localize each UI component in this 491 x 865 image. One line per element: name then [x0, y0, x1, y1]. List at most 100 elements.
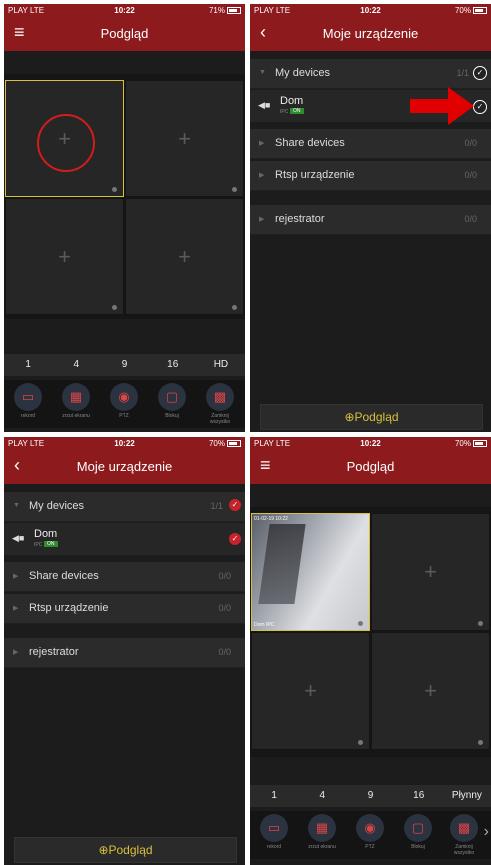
- video-camera-name: Dom IPC: [254, 622, 275, 628]
- tab-1[interactable]: 1: [250, 785, 298, 807]
- close-all-button[interactable]: ▩ Zamknij wszystko: [202, 383, 238, 425]
- screenshot-icon: ▦: [62, 383, 90, 411]
- layout-tabs: 1 4 9 16 HD: [4, 354, 245, 376]
- close-all-icon: ▩: [450, 814, 478, 842]
- group-recorder[interactable]: ▶ rejestrator 0/0: [4, 638, 245, 668]
- group-share-devices[interactable]: ▶ Share devices 0/0: [4, 562, 245, 592]
- record-icon: ▭: [14, 383, 42, 411]
- cell-status-dot: [112, 187, 117, 192]
- check-icon[interactable]: ✓: [473, 66, 487, 80]
- close-all-button[interactable]: ▩ Zamknij wszystko: [446, 814, 482, 856]
- tab-9[interactable]: 9: [100, 354, 148, 376]
- camera-icon: ◀■: [258, 100, 271, 110]
- annotation-circle: [37, 114, 95, 172]
- screenshot-button[interactable]: ▦ zrzut ekranu: [304, 814, 340, 850]
- video-cell-2[interactable]: +: [125, 80, 244, 197]
- annotation-arrow: [410, 87, 474, 125]
- expand-icon: ▶: [13, 649, 19, 656]
- video-cell-2[interactable]: +: [371, 513, 490, 631]
- device-row-dom[interactable]: ◀■ Dom IPC ON ✓: [4, 523, 245, 555]
- preview-screen-live: PLAY LTE 10:22 70% ≡ Podgląd 01-02-19 10…: [250, 437, 491, 865]
- block-button[interactable]: ▢ Blokuj: [154, 383, 190, 419]
- tab-hd[interactable]: HD: [197, 354, 245, 376]
- add-icon[interactable]: +: [178, 126, 191, 152]
- preview-button[interactable]: ⊕Podgląd: [260, 404, 483, 430]
- expand-icon: ▶: [13, 573, 19, 580]
- video-frame-wall: [258, 524, 306, 604]
- tab-16[interactable]: 16: [149, 354, 197, 376]
- block-icon: ▢: [158, 383, 186, 411]
- cell-status-dot: [358, 740, 363, 745]
- video-cell-4[interactable]: +: [371, 632, 490, 750]
- check-icon[interactable]: ✓: [229, 533, 241, 545]
- tab-4[interactable]: 4: [298, 785, 346, 807]
- tab-4[interactable]: 4: [52, 354, 100, 376]
- cell-status-dot: [358, 621, 363, 626]
- add-icon[interactable]: +: [304, 678, 317, 704]
- video-grid: 01-02-19 10:22 Dom IPC + + +: [250, 507, 491, 757]
- add-icon[interactable]: +: [424, 559, 437, 585]
- tab-9[interactable]: 9: [346, 785, 394, 807]
- status-bar: PLAY LTE 10:22 70%: [250, 4, 491, 17]
- tab-1[interactable]: 1: [4, 354, 52, 376]
- nav-bar: ≡ Podgląd: [4, 17, 245, 51]
- record-button[interactable]: ▭ rekord: [10, 383, 46, 419]
- expand-icon: ▶: [259, 172, 265, 179]
- video-cell-3[interactable]: +: [5, 198, 124, 315]
- add-icon[interactable]: +: [424, 678, 437, 704]
- ptz-button[interactable]: ◉ PTZ: [352, 814, 388, 850]
- ptz-button[interactable]: ◉ PTZ: [106, 383, 142, 419]
- add-icon[interactable]: +: [58, 244, 71, 270]
- battery-icon: [227, 7, 241, 15]
- battery-percent: 70%: [454, 6, 471, 15]
- group-rtsp[interactable]: ▶ Rtsp urządzenie 0/0: [250, 161, 491, 191]
- expand-icon: ▶: [13, 605, 19, 612]
- screenshot-button[interactable]: ▦ zrzut ekranu: [58, 383, 94, 419]
- group-rtsp[interactable]: ▶ Rtsp urządzenie 0/0: [4, 594, 245, 624]
- group-recorder[interactable]: ▶ rejestrator 0/0: [250, 205, 491, 235]
- video-grid: + + + +: [4, 74, 245, 319]
- tab-16[interactable]: 16: [395, 785, 443, 807]
- ptz-icon: ◉: [356, 814, 384, 842]
- page-title: Moje urządzenie: [76, 459, 173, 474]
- status-bar: PLAY LTE 10:22 70%: [4, 437, 245, 450]
- block-icon: ▢: [404, 814, 432, 842]
- collapse-icon: ▼: [259, 69, 266, 76]
- nav-bar: ‹ Moje urządzenie: [250, 17, 491, 51]
- video-timestamp: 01-02-19 10:22: [254, 516, 288, 522]
- battery-percent: 71%: [208, 6, 225, 15]
- collapse-icon: ▼: [13, 502, 20, 509]
- group-share-devices[interactable]: ▶ Share devices 0/0: [250, 129, 491, 159]
- group-my-devices[interactable]: ▼ My devices 1/1 ✓: [250, 59, 491, 89]
- nav-bar: ‹ Moje urządzenie: [4, 450, 245, 484]
- chevron-right-icon[interactable]: ›: [484, 823, 489, 841]
- check-icon[interactable]: ✓: [229, 499, 241, 511]
- camera-icon: ◀■: [12, 533, 25, 543]
- tool-bar: ▭ rekord ▦ zrzut ekranu ◉ PTZ ▢ Blokuj ▩ Zamk…: [4, 380, 245, 428]
- status-badge: ON: [290, 108, 304, 114]
- group-my-devices[interactable]: ▼ My devices 1/1 ✓: [4, 492, 245, 522]
- add-icon[interactable]: +: [178, 244, 191, 270]
- cell-status-dot: [478, 621, 483, 626]
- video-cell-1[interactable]: 01-02-19 10:22 Dom IPC: [251, 513, 370, 631]
- live-video-feed[interactable]: 01-02-19 10:22 Dom IPC: [252, 514, 369, 630]
- ptz-icon: ◉: [110, 383, 138, 411]
- record-button[interactable]: ▭ rekord: [256, 814, 292, 850]
- close-all-icon: ▩: [206, 383, 234, 411]
- battery-percent: 70%: [208, 439, 225, 448]
- record-icon: ▭: [260, 814, 288, 842]
- expand-icon: ▶: [259, 216, 265, 223]
- preview-screen-empty: PLAY LTE 10:22 71% ≡ Podgląd + + + + 1 4…: [4, 4, 245, 432]
- nav-bar: ≡ Podgląd: [250, 450, 491, 484]
- block-button[interactable]: ▢ Blokuj: [400, 814, 436, 850]
- preview-button[interactable]: ⊕Podgląd: [14, 837, 237, 863]
- screenshot-icon: ▦: [308, 814, 336, 842]
- tab-smooth[interactable]: Płynny: [443, 785, 491, 807]
- status-bar: PLAY LTE 10:22 70%: [250, 437, 491, 450]
- cell-status-dot: [232, 187, 237, 192]
- video-cell-3[interactable]: +: [251, 632, 370, 750]
- battery-icon: [227, 440, 241, 448]
- video-cell-4[interactable]: +: [125, 198, 244, 315]
- battery-percent: 70%: [454, 439, 471, 448]
- cell-status-dot: [478, 740, 483, 745]
